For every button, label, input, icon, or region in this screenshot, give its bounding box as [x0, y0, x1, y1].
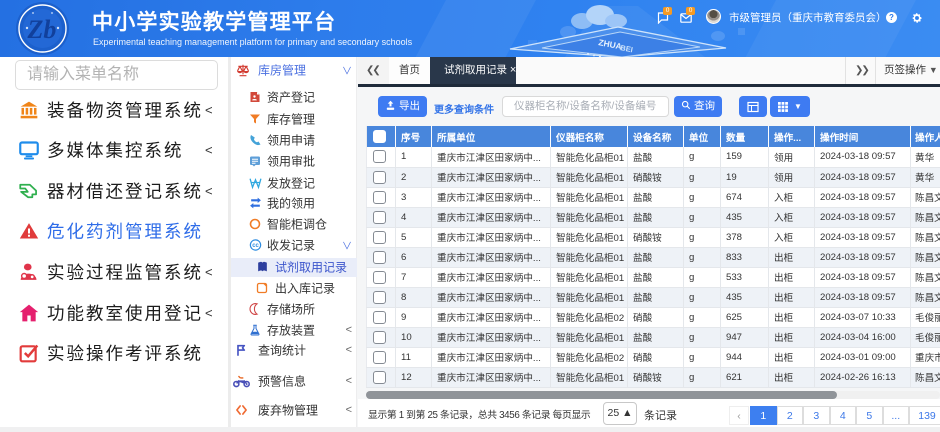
- svg-text:?: ?: [889, 13, 894, 22]
- svg-text:cc: cc: [252, 243, 259, 249]
- svg-text:Zb: Zb: [27, 15, 57, 44]
